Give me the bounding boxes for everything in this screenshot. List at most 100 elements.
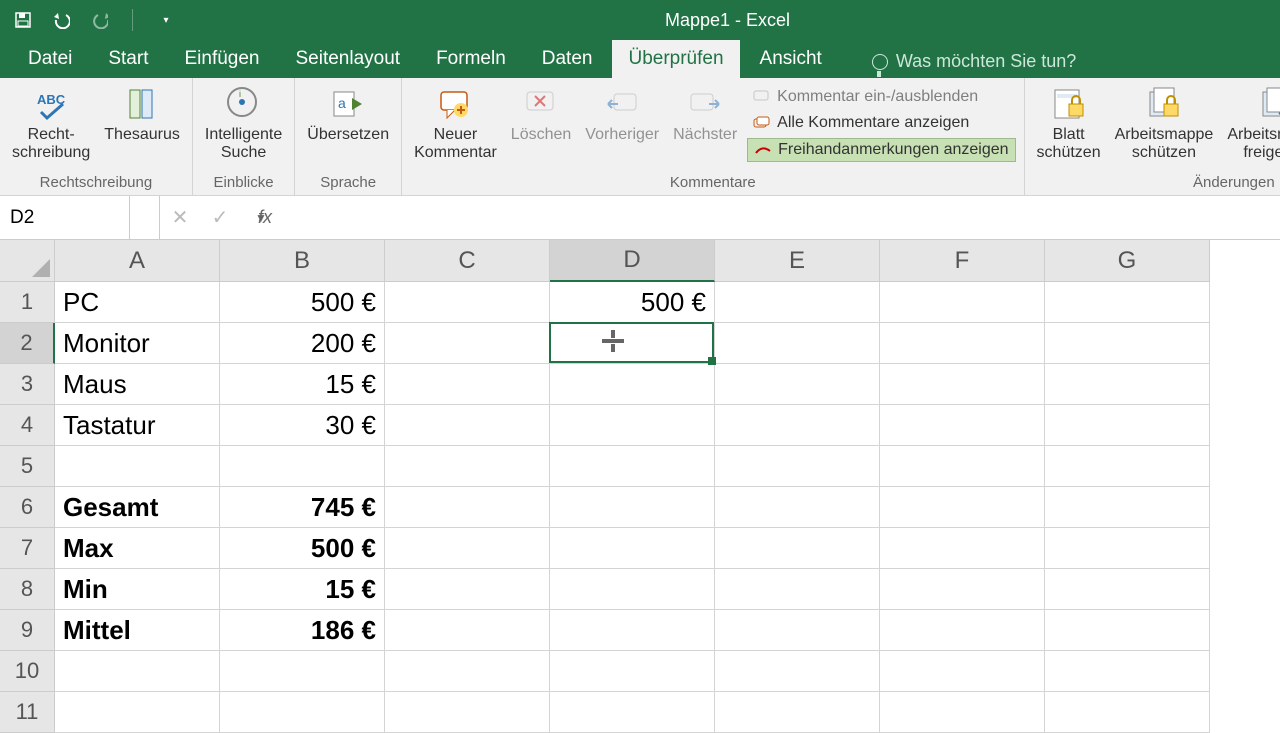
share-workbook-button[interactable]: Arbeitsmappe freigeben	[1223, 82, 1280, 165]
cell-A2[interactable]: Monitor	[55, 323, 220, 364]
cell-E7[interactable]	[715, 528, 880, 569]
thesaurus-button[interactable]: Thesaurus	[100, 82, 184, 146]
cell-C7[interactable]	[385, 528, 550, 569]
cell-C4[interactable]	[385, 405, 550, 446]
cell-B6[interactable]: 745 €	[220, 487, 385, 528]
next-comment-button[interactable]: Nächster	[669, 82, 741, 146]
cell-E8[interactable]	[715, 569, 880, 610]
cell-E1[interactable]	[715, 282, 880, 323]
undo-icon[interactable]	[52, 11, 70, 29]
column-header-G[interactable]: G	[1045, 240, 1210, 282]
row-header-5[interactable]: 5	[0, 446, 55, 487]
spelling-button[interactable]: ABC Recht- schreibung	[8, 82, 94, 165]
cell-F4[interactable]	[880, 405, 1045, 446]
cell-E3[interactable]	[715, 364, 880, 405]
cell-B3[interactable]: 15 €	[220, 364, 385, 405]
cell-A10[interactable]	[55, 651, 220, 692]
row-header-7[interactable]: 7	[0, 528, 55, 569]
cell-A5[interactable]	[55, 446, 220, 487]
cell-D11[interactable]	[550, 692, 715, 733]
cell-F11[interactable]	[880, 692, 1045, 733]
column-header-F[interactable]: F	[880, 240, 1045, 282]
tab-ansicht[interactable]: Ansicht	[744, 40, 838, 78]
tab-daten[interactable]: Daten	[526, 40, 609, 78]
qat-customize-icon[interactable]: ▾	[157, 11, 175, 29]
redo-icon[interactable]	[90, 11, 108, 29]
protect-workbook-button[interactable]: Arbeitsmappe schützen	[1111, 82, 1218, 165]
cell-B5[interactable]	[220, 446, 385, 487]
show-all-comments-button[interactable]: Alle Kommentare anzeigen	[747, 112, 1015, 134]
delete-comment-button[interactable]: Löschen	[507, 82, 576, 146]
row-header-10[interactable]: 10	[0, 651, 55, 692]
cell-E4[interactable]	[715, 405, 880, 446]
column-header-C[interactable]: C	[385, 240, 550, 282]
cell-B8[interactable]: 15 €	[220, 569, 385, 610]
row-header-8[interactable]: 8	[0, 569, 55, 610]
cell-E9[interactable]	[715, 610, 880, 651]
protect-sheet-button[interactable]: Blatt schützen	[1033, 82, 1105, 165]
cell-F6[interactable]	[880, 487, 1045, 528]
cell-F2[interactable]	[880, 323, 1045, 364]
cell-G10[interactable]	[1045, 651, 1210, 692]
cell-D5[interactable]	[550, 446, 715, 487]
row-header-1[interactable]: 1	[0, 282, 55, 323]
cell-D2[interactable]	[550, 323, 715, 364]
cell-D7[interactable]	[550, 528, 715, 569]
cell-C6[interactable]	[385, 487, 550, 528]
tab-überprüfen[interactable]: Überprüfen	[612, 40, 739, 78]
cell-G11[interactable]	[1045, 692, 1210, 733]
cell-G9[interactable]	[1045, 610, 1210, 651]
cell-E2[interactable]	[715, 323, 880, 364]
tab-formeln[interactable]: Formeln	[420, 40, 522, 78]
cell-E10[interactable]	[715, 651, 880, 692]
cell-C8[interactable]	[385, 569, 550, 610]
name-box[interactable]: ▼	[0, 196, 130, 239]
cell-G7[interactable]	[1045, 528, 1210, 569]
smart-lookup-button[interactable]: i Intelligente Suche	[201, 82, 286, 165]
cell-B10[interactable]	[220, 651, 385, 692]
cell-E11[interactable]	[715, 692, 880, 733]
cell-C9[interactable]	[385, 610, 550, 651]
fx-icon[interactable]: fx	[240, 196, 290, 239]
cell-C11[interactable]	[385, 692, 550, 733]
cell-C1[interactable]	[385, 282, 550, 323]
row-header-11[interactable]: 11	[0, 692, 55, 733]
cell-A11[interactable]	[55, 692, 220, 733]
cell-D4[interactable]	[550, 405, 715, 446]
cell-C3[interactable]	[385, 364, 550, 405]
cell-A8[interactable]: Min	[55, 569, 220, 610]
tab-datei[interactable]: Datei	[12, 40, 88, 78]
translate-button[interactable]: a Übersetzen	[303, 82, 393, 146]
cell-A4[interactable]: Tastatur	[55, 405, 220, 446]
cell-D9[interactable]	[550, 610, 715, 651]
cell-C5[interactable]	[385, 446, 550, 487]
cell-F3[interactable]	[880, 364, 1045, 405]
tab-einfügen[interactable]: Einfügen	[168, 40, 275, 78]
tab-start[interactable]: Start	[92, 40, 164, 78]
toggle-comment-button[interactable]: Kommentar ein-/ausblenden	[747, 86, 1015, 108]
cell-D10[interactable]	[550, 651, 715, 692]
cell-G5[interactable]	[1045, 446, 1210, 487]
enter-formula-icon[interactable]: ✓	[200, 196, 240, 239]
cell-D6[interactable]	[550, 487, 715, 528]
cell-C2[interactable]	[385, 323, 550, 364]
cell-B1[interactable]: 500 €	[220, 282, 385, 323]
cell-A1[interactable]: PC	[55, 282, 220, 323]
column-header-A[interactable]: A	[55, 240, 220, 282]
cell-B9[interactable]: 186 €	[220, 610, 385, 651]
cell-F9[interactable]	[880, 610, 1045, 651]
cell-A7[interactable]: Max	[55, 528, 220, 569]
cell-F7[interactable]	[880, 528, 1045, 569]
cell-G8[interactable]	[1045, 569, 1210, 610]
cell-G1[interactable]	[1045, 282, 1210, 323]
cell-D8[interactable]	[550, 569, 715, 610]
cell-G3[interactable]	[1045, 364, 1210, 405]
column-header-B[interactable]: B	[220, 240, 385, 282]
column-header-E[interactable]: E	[715, 240, 880, 282]
cell-G6[interactable]	[1045, 487, 1210, 528]
cell-F5[interactable]	[880, 446, 1045, 487]
cell-F8[interactable]	[880, 569, 1045, 610]
cell-A9[interactable]: Mittel	[55, 610, 220, 651]
cell-D3[interactable]	[550, 364, 715, 405]
tell-me-box[interactable]: Was möchten Sie tun?	[872, 51, 1076, 78]
